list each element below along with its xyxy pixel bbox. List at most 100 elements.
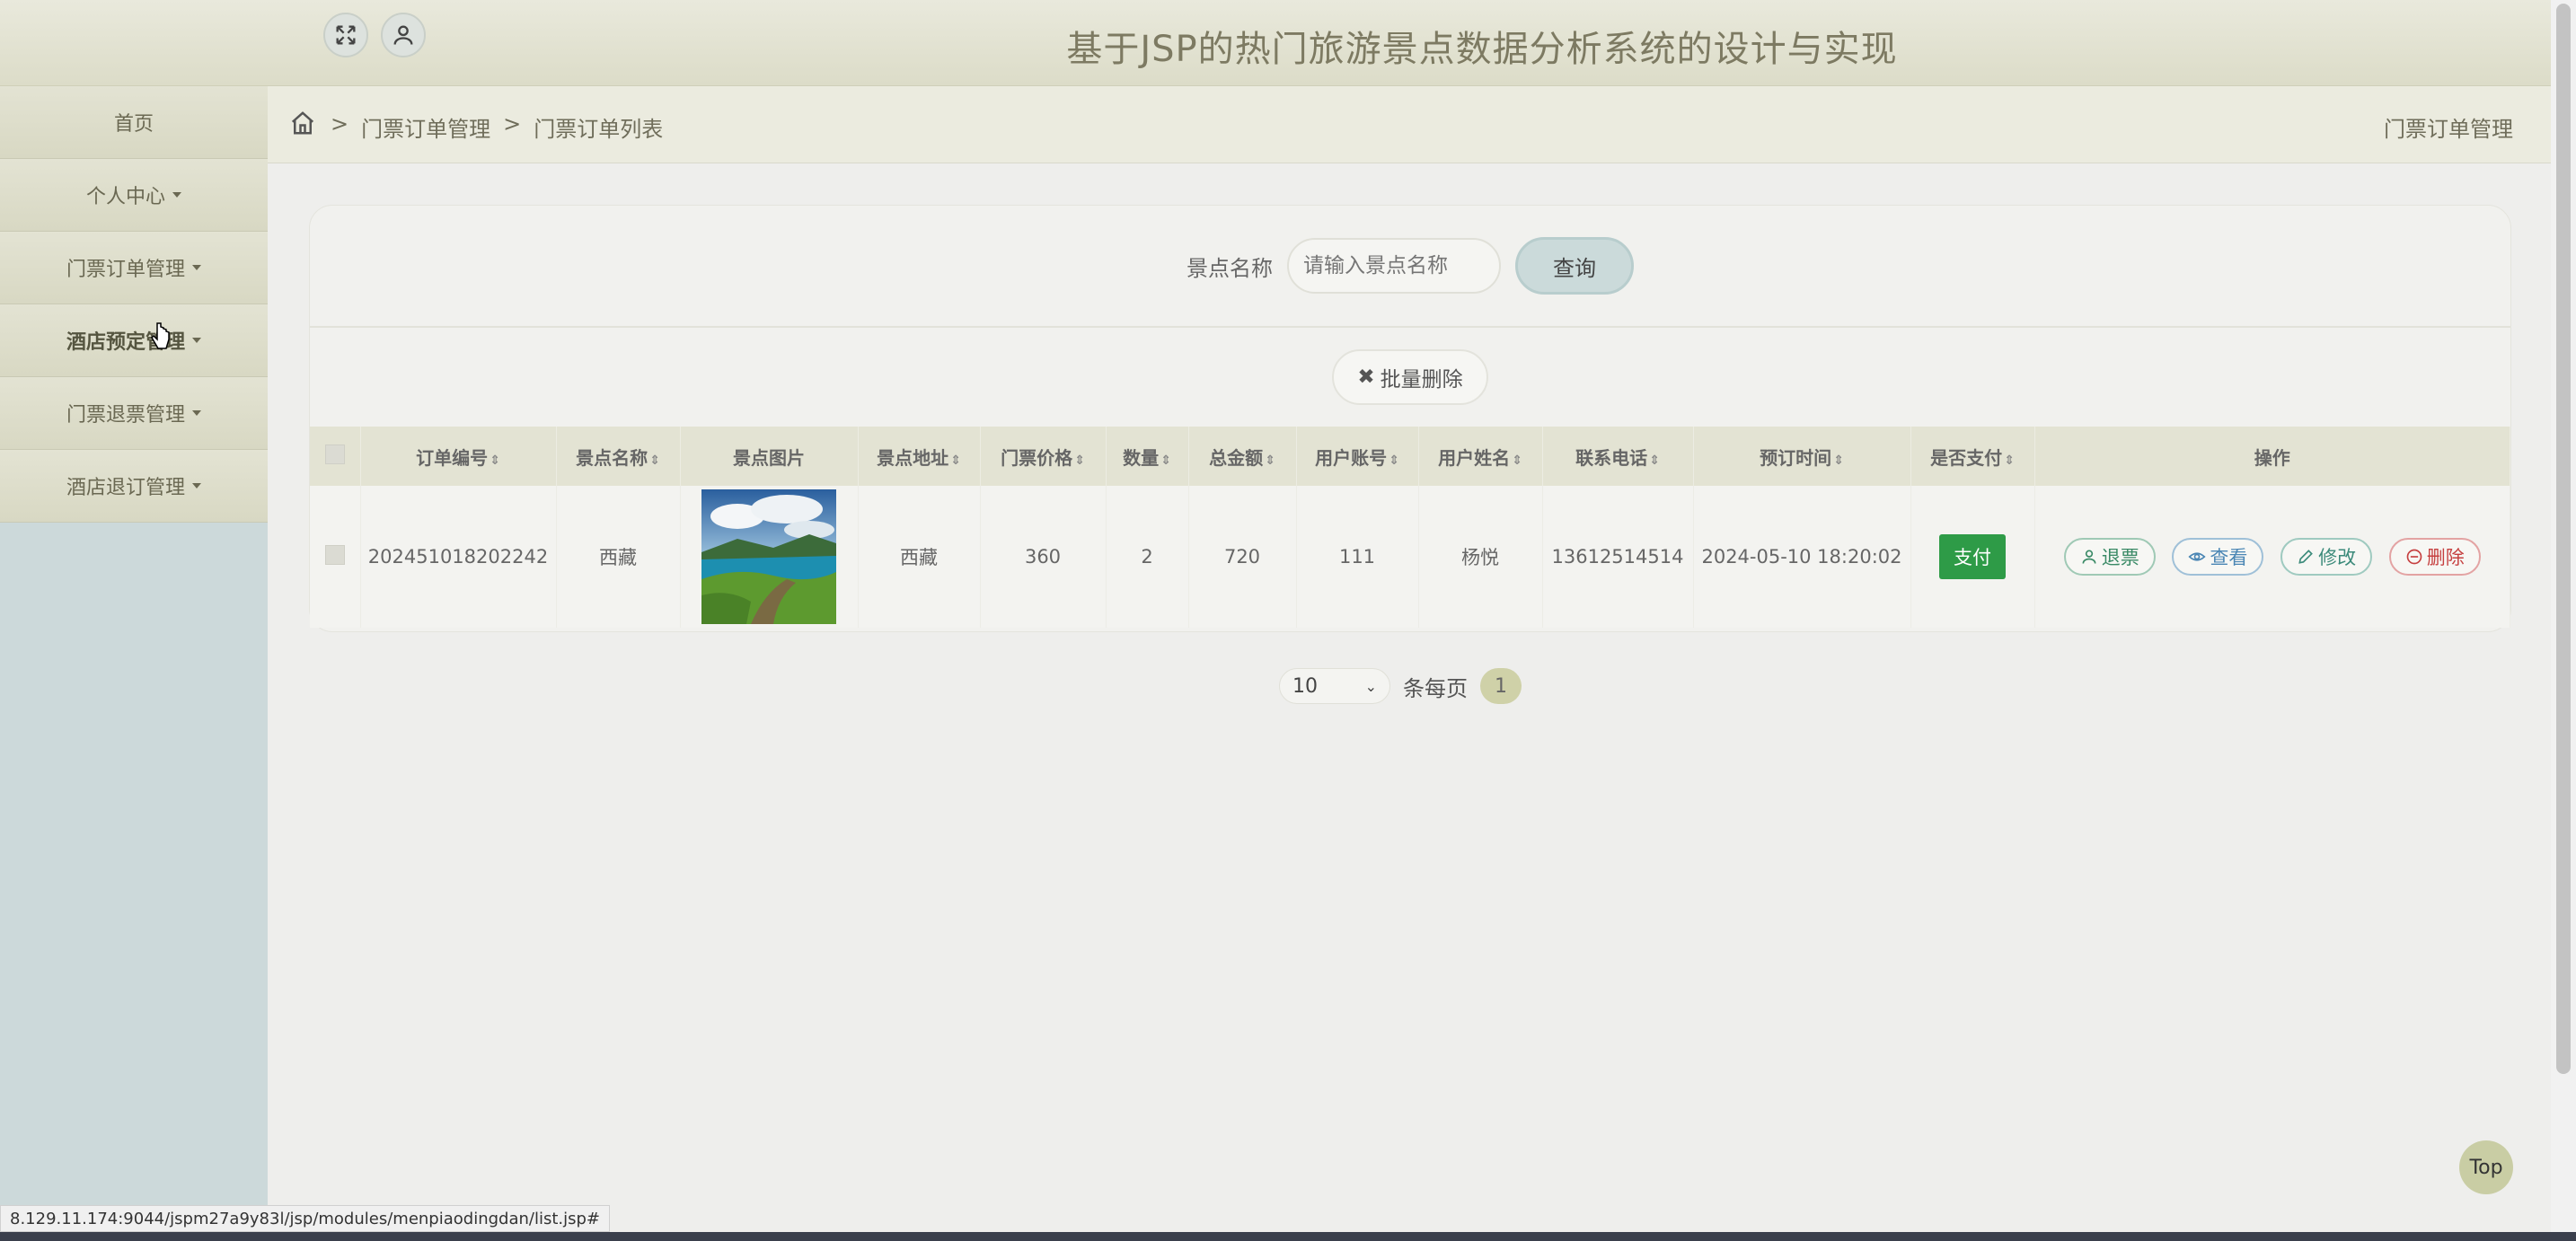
column-header-label: 景点地址 <box>877 446 949 469</box>
column-header[interactable]: 总金额 ⇕ <box>1188 427 1297 486</box>
eye-icon <box>2188 552 2206 561</box>
sort-icon: ⇕ <box>1074 453 1085 468</box>
column-header-label: 联系电话 <box>1575 446 1648 469</box>
edit-button[interactable]: 修改 <box>2280 538 2373 576</box>
site-title: 基于JSP的热门旅游景点数据分析系统的设计与实现 <box>1066 29 1898 70</box>
scrollbar-thumb[interactable] <box>2556 4 2571 1074</box>
column-header-label: 景点名称 <box>576 446 648 469</box>
column-header-label: 用户姓名 <box>1438 446 1511 469</box>
row-select-cell <box>310 486 361 628</box>
status-url: 8.129.11.174:9044/jspm27a9y83l/jsp/modul… <box>0 1205 611 1232</box>
sort-icon: ⇕ <box>1265 453 1275 468</box>
pay-cell: 支付 <box>1910 486 2035 628</box>
sort-icon: ⇕ <box>950 453 961 468</box>
caret-down-icon <box>192 338 201 343</box>
back-to-top-button[interactable]: Top <box>2459 1140 2513 1194</box>
taskbar-strip <box>0 1232 2576 1241</box>
page-size-select[interactable]: 10 ⌄ <box>1279 668 1390 704</box>
column-header-label: 操作 <box>2254 446 2290 469</box>
sidebar-item-hotel-cancel[interactable]: 酒店退订管理 <box>0 450 268 523</box>
home-icon[interactable] <box>289 110 316 136</box>
total-cell: 720 <box>1188 486 1297 628</box>
order-no-cell: 202451018202242 <box>360 486 557 628</box>
pay-button[interactable]: 支付 <box>1939 534 2006 579</box>
column-header[interactable]: 数量 ⇕ <box>1106 427 1189 486</box>
page-size-value: 10 <box>1292 674 1318 698</box>
sidebar-item-ticket-refund[interactable]: 门票退票管理 <box>0 377 268 450</box>
column-header-label: 门票价格 <box>1001 446 1073 469</box>
sort-icon: ⇕ <box>1389 453 1399 468</box>
breadcrumb-separator: > <box>503 111 522 136</box>
pagination: 10 ⌄ 条每页 1 <box>1279 668 1522 704</box>
spot-image[interactable] <box>701 489 836 624</box>
caret-down-icon <box>192 410 201 416</box>
refund-label: 退票 <box>2101 547 2139 568</box>
column-header[interactable]: 联系电话 ⇕ <box>1542 427 1694 486</box>
column-header[interactable]: 门票价格 ⇕ <box>980 427 1107 486</box>
row-checkbox[interactable] <box>324 544 345 565</box>
batch-actions: ✖ 批量删除 <box>310 328 2510 427</box>
table-row: 202451018202242 西藏 西藏 360 2 720 111 杨悦 1… <box>310 486 2510 628</box>
sort-icon: ⇕ <box>649 453 660 468</box>
column-header-label: 是否支付 <box>1930 446 2003 469</box>
page-number-button[interactable]: 1 <box>1480 668 1522 704</box>
sidebar-item-label: 酒店退订管理 <box>66 477 185 499</box>
account-cell: 111 <box>1296 486 1419 628</box>
breadcrumb: > 门票订单管理 > 门票订单列表 <box>331 111 663 143</box>
sort-icon: ⇕ <box>490 453 500 468</box>
sidebar-item-label: 门票订单管理 <box>66 259 185 281</box>
column-header[interactable]: 是否支付 ⇕ <box>1910 427 2035 486</box>
search-label: 景点名称 <box>1187 255 1273 281</box>
sidebar-item-personal-center[interactable]: 个人中心 <box>0 159 268 232</box>
column-header[interactable]: 用户姓名 ⇕ <box>1418 427 1543 486</box>
column-header[interactable]: 预订时间 ⇕ <box>1693 427 1911 486</box>
select-all-checkbox[interactable] <box>324 444 345 464</box>
column-header[interactable]: 订单编号 ⇕ <box>360 427 557 486</box>
price-cell: 360 <box>980 486 1107 628</box>
view-label: 查看 <box>2210 547 2248 568</box>
column-header: 景点图片 <box>680 427 859 486</box>
select-all-cell <box>310 427 361 486</box>
user-icon <box>393 25 413 45</box>
breadcrumb-item[interactable]: 门票订单列表 <box>534 111 663 143</box>
fullscreen-button[interactable] <box>323 13 368 57</box>
spot-name-cell: 西藏 <box>556 486 681 628</box>
column-header: 操作 <box>2034 427 2510 486</box>
refund-button[interactable]: 退票 <box>2063 538 2156 576</box>
minus-circle-icon <box>2406 549 2422 565</box>
search-input[interactable] <box>1287 238 1501 294</box>
delete-button[interactable]: 删除 <box>2388 538 2481 576</box>
time-cell: 2024-05-10 18:20:02 <box>1693 486 1911 628</box>
sidebar-item-label: 首页 <box>113 113 154 136</box>
breadcrumb-item[interactable]: 门票订单管理 <box>361 111 490 143</box>
column-header[interactable]: 景点名称 ⇕ <box>556 427 681 486</box>
user-name-cell: 杨悦 <box>1418 486 1543 628</box>
edit-label: 修改 <box>2318 547 2357 568</box>
user-button[interactable] <box>381 13 426 57</box>
column-header-label: 数量 <box>1123 446 1160 469</box>
close-icon: ✖ <box>1357 365 1375 389</box>
column-header-label: 总金额 <box>1209 446 1264 469</box>
column-header-label: 景点图片 <box>733 446 805 469</box>
column-header[interactable]: 景点地址 ⇕ <box>858 427 981 486</box>
column-header[interactable]: 用户账号 ⇕ <box>1296 427 1419 486</box>
phone-cell: 13612514514 <box>1542 486 1694 628</box>
content-card: 景点名称 查询 ✖ 批量删除 订单编号⇕ 景点名称⇕ 景点图片 景点地址⇕ 门票… <box>309 205 2511 632</box>
sidebar-item-home[interactable]: 首页 <box>0 86 268 159</box>
mouse-cursor-icon <box>151 322 170 349</box>
sidebar: 首页 个人中心 门票订单管理 酒店预定管理 门票退票管理 酒店退订管理 <box>0 86 268 1241</box>
sidebar-item-ticket-orders[interactable]: 门票订单管理 <box>0 232 268 304</box>
batch-delete-button[interactable]: ✖ 批量删除 <box>1332 349 1488 405</box>
view-button[interactable]: 查看 <box>2172 538 2264 576</box>
actions-cell: 退票 查看 修改 删除 <box>2034 486 2510 628</box>
vertical-scrollbar[interactable] <box>2551 0 2576 1241</box>
expand-icon <box>336 25 356 45</box>
sort-icon: ⇕ <box>1649 453 1660 468</box>
search-bar: 景点名称 查询 <box>310 206 2510 328</box>
sidebar-item-hotel-booking[interactable]: 酒店预定管理 <box>0 304 268 377</box>
quantity-cell: 2 <box>1106 486 1189 628</box>
sidebar-item-label: 门票退票管理 <box>66 404 185 427</box>
search-button[interactable]: 查询 <box>1515 237 1634 295</box>
sort-icon: ⇕ <box>1833 453 1844 468</box>
table-header-row: 订单编号 ⇕ 景点名称 ⇕ 景点图片 景点地址 ⇕ 门票价格 ⇕ 数量 ⇕ 总金额 ⇕ 用户… <box>310 427 2510 486</box>
